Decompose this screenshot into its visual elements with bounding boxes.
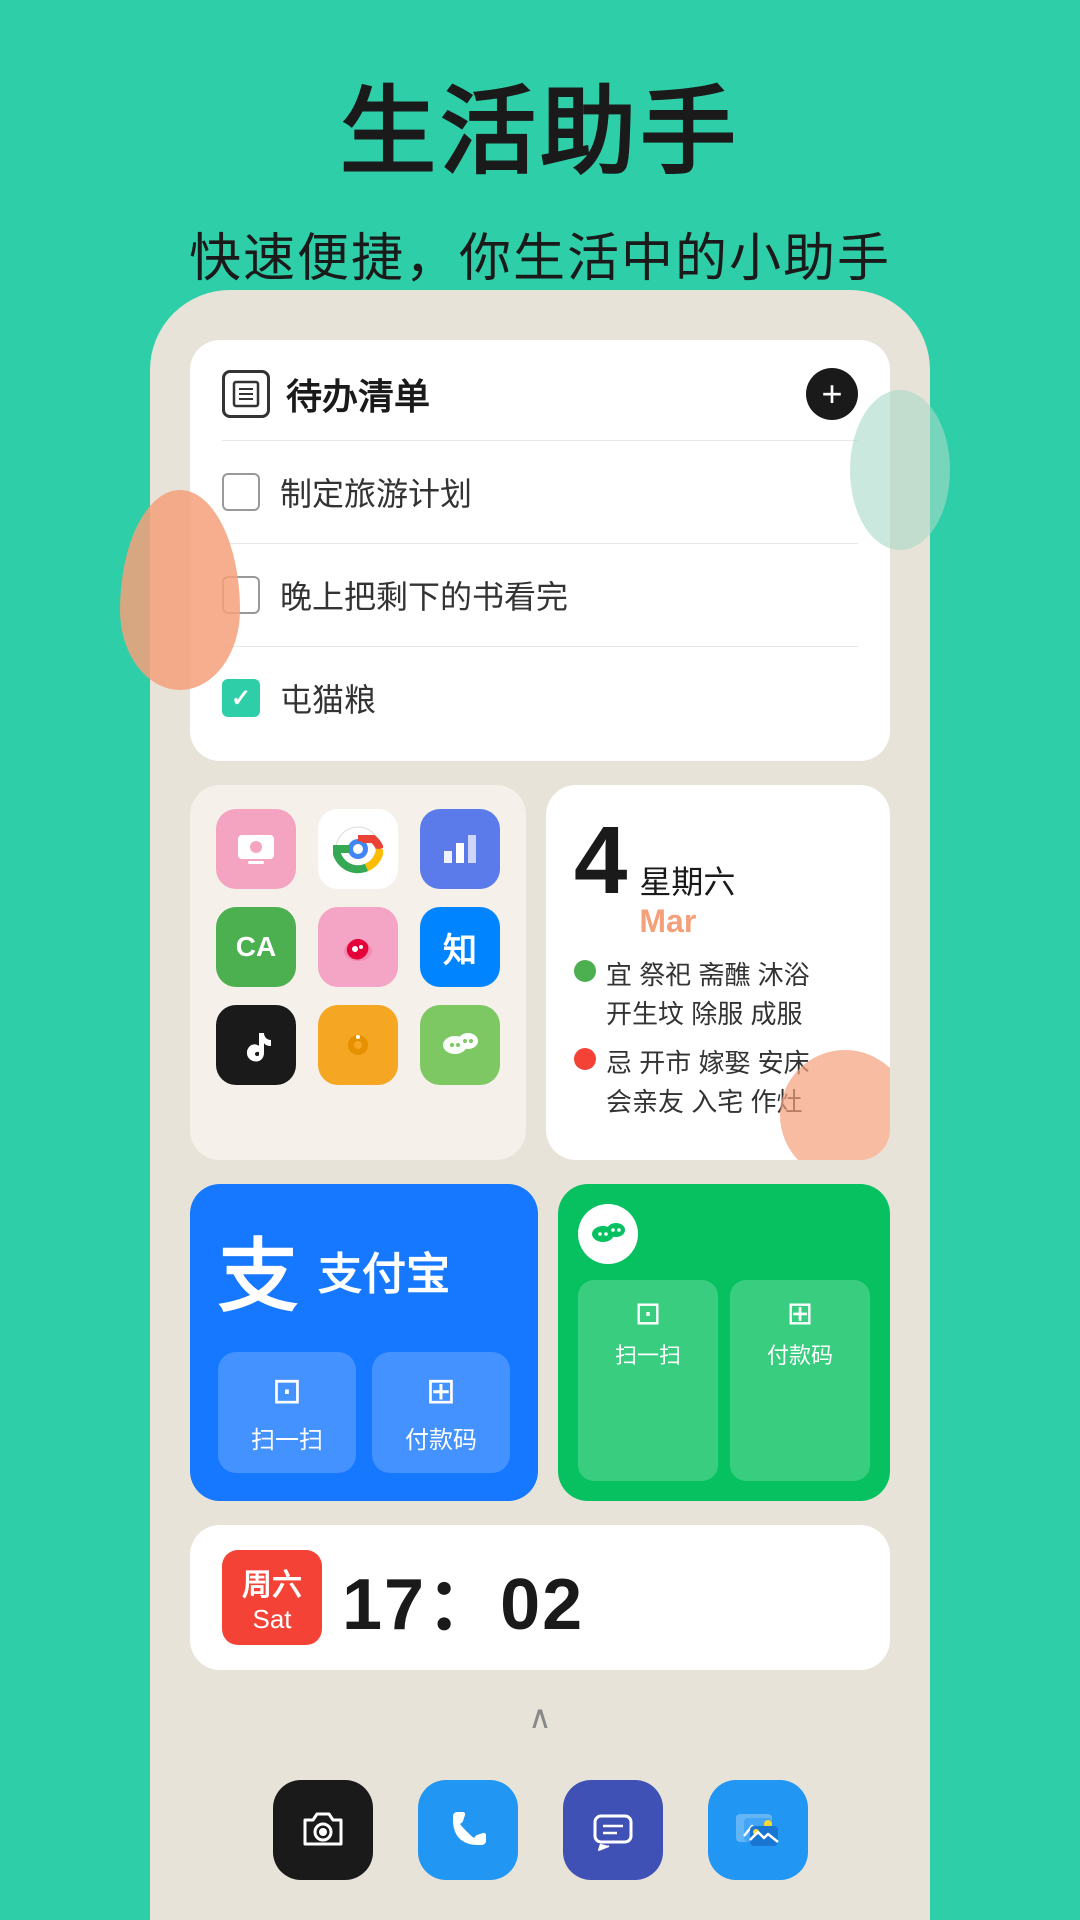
todo-text-3: 屯猫粮	[280, 675, 376, 721]
cal-bad-label: 忌	[606, 1048, 632, 1078]
wechat-circle-icon	[578, 1204, 638, 1264]
todo-item-3: ✓ 屯猫粮	[222, 663, 858, 733]
wechat-pay-actions: ⊡ 扫一扫 ⊞ 付款码	[578, 1280, 870, 1481]
alipay-pay-label: 付款码	[405, 1420, 477, 1455]
todo-header: 待办清单 +	[222, 368, 858, 420]
todo-list-icon	[222, 370, 270, 418]
add-todo-button[interactable]: +	[806, 368, 858, 420]
clock-widget: 周六 Sat 17：02	[190, 1525, 890, 1670]
wechat-pay-icon: ⊞	[787, 1294, 814, 1332]
payment-row: 支 支付宝 ⊡ 扫一扫 ⊞ 付款码	[190, 1184, 890, 1501]
wechat-pay-top	[578, 1204, 870, 1264]
app-icon-ca[interactable]: CA	[216, 907, 296, 987]
checkbox-3[interactable]: ✓	[222, 679, 260, 717]
app-grid-widget: CA 知	[190, 785, 526, 1160]
bad-dot	[574, 1048, 596, 1070]
cal-date: 4	[574, 813, 627, 909]
wechat-pay-button[interactable]: ⊞ 付款码	[730, 1280, 870, 1481]
app-grid: CA 知	[214, 809, 502, 1085]
dock-message-icon[interactable]	[563, 1780, 663, 1880]
clock-row: 周六 Sat 17：02	[190, 1525, 890, 1670]
dock-phone-icon[interactable]	[418, 1780, 518, 1880]
header: 生活助手 快速便捷，你生活中的小助手	[0, 0, 1080, 331]
todo-item-2: 晚上把剩下的书看完	[222, 560, 858, 630]
chevron-up-icon: ∧	[528, 1698, 551, 1736]
todo-widget: 待办清单 + 制定旅游计划 晚上把剩下的书看完 ✓ 屯猫粮	[190, 340, 890, 761]
dock-gallery-icon[interactable]	[708, 1780, 808, 1880]
wechat-scan-button[interactable]: ⊡ 扫一扫	[578, 1280, 718, 1481]
chevron-row: ∧	[190, 1690, 890, 1756]
divider-2	[222, 543, 858, 544]
app-icon-chrome[interactable]	[318, 809, 398, 889]
dock-camera-icon[interactable]	[273, 1780, 373, 1880]
checkbox-1[interactable]	[222, 473, 260, 511]
cal-good-label: 宜	[606, 960, 632, 990]
good-dot	[574, 960, 596, 982]
alipay-scan-label: 扫一扫	[251, 1420, 323, 1455]
clock-weekday: 周六	[242, 1560, 302, 1604]
app-icon-tv[interactable]	[216, 809, 296, 889]
pay-icon: ⊞	[426, 1370, 456, 1412]
clock-day-abbr: Sat	[252, 1604, 291, 1635]
scan-icon: ⊡	[272, 1370, 302, 1412]
alipay-logo: 支	[218, 1212, 298, 1328]
todo-text-2: 晚上把剩下的书看完	[280, 572, 568, 618]
alipay-pay-button[interactable]: ⊞ 付款码	[372, 1352, 510, 1473]
calendar-widget: 4 星期六 Mar 宜 祭祀 斋醮 沐浴 开生坟 除服 成服	[546, 785, 890, 1160]
app-subtitle: 快速便捷，你生活中的小助手	[0, 216, 1080, 291]
app-icon-weibo[interactable]	[318, 907, 398, 987]
divider-3	[222, 646, 858, 647]
todo-title-row: 待办清单	[222, 368, 430, 420]
wechat-pay-label: 付款码	[767, 1338, 833, 1370]
cal-weekday: 星期六	[639, 857, 735, 903]
phone-mockup: 待办清单 + 制定旅游计划 晚上把剩下的书看完 ✓ 屯猫粮	[150, 290, 930, 1920]
app-icon-zhihu[interactable]: 知	[420, 907, 500, 987]
clock-time: 17：02	[342, 1545, 584, 1650]
todo-title: 待办清单	[286, 368, 430, 420]
alipay-actions: ⊡ 扫一扫 ⊞ 付款码	[218, 1352, 510, 1473]
clock-day-label: 周六 Sat	[222, 1550, 322, 1645]
middle-row: CA 知	[190, 785, 890, 1160]
cal-month: Mar	[639, 903, 735, 940]
checkmark-icon: ✓	[231, 684, 251, 713]
alipay-name: 支付宝	[318, 1238, 450, 1302]
alipay-scan-button[interactable]: ⊡ 扫一扫	[218, 1352, 356, 1473]
bottom-dock	[190, 1756, 890, 1920]
divider-1	[222, 440, 858, 441]
wechat-scan-label: 扫一扫	[615, 1338, 681, 1370]
app-icon-bar-chart[interactable]	[420, 809, 500, 889]
app-icon-tiktok[interactable]	[216, 1005, 296, 1085]
app-title: 生活助手	[0, 80, 1080, 186]
app-icon-wechat[interactable]	[420, 1005, 500, 1085]
wechat-scan-icon: ⊡	[635, 1294, 662, 1332]
decoration-blob-right	[850, 390, 950, 550]
alipay-top: 支 支付宝	[218, 1212, 510, 1328]
cal-good-row: 宜 祭祀 斋醮 沐浴 开生坟 除服 成服	[574, 956, 862, 1034]
alipay-widget: 支 支付宝 ⊡ 扫一扫 ⊞ 付款码	[190, 1184, 538, 1501]
phone-screen: 待办清单 + 制定旅游计划 晚上把剩下的书看完 ✓ 屯猫粮	[150, 290, 930, 1920]
wechat-pay-widget: ⊡ 扫一扫 ⊞ 付款码	[558, 1184, 890, 1501]
app-icon-music[interactable]	[318, 1005, 398, 1085]
todo-text-1: 制定旅游计划	[280, 469, 472, 515]
todo-item-1: 制定旅游计划	[222, 457, 858, 527]
cal-good-items: 宜 祭祀 斋醮 沐浴 开生坟 除服 成服	[606, 956, 810, 1034]
